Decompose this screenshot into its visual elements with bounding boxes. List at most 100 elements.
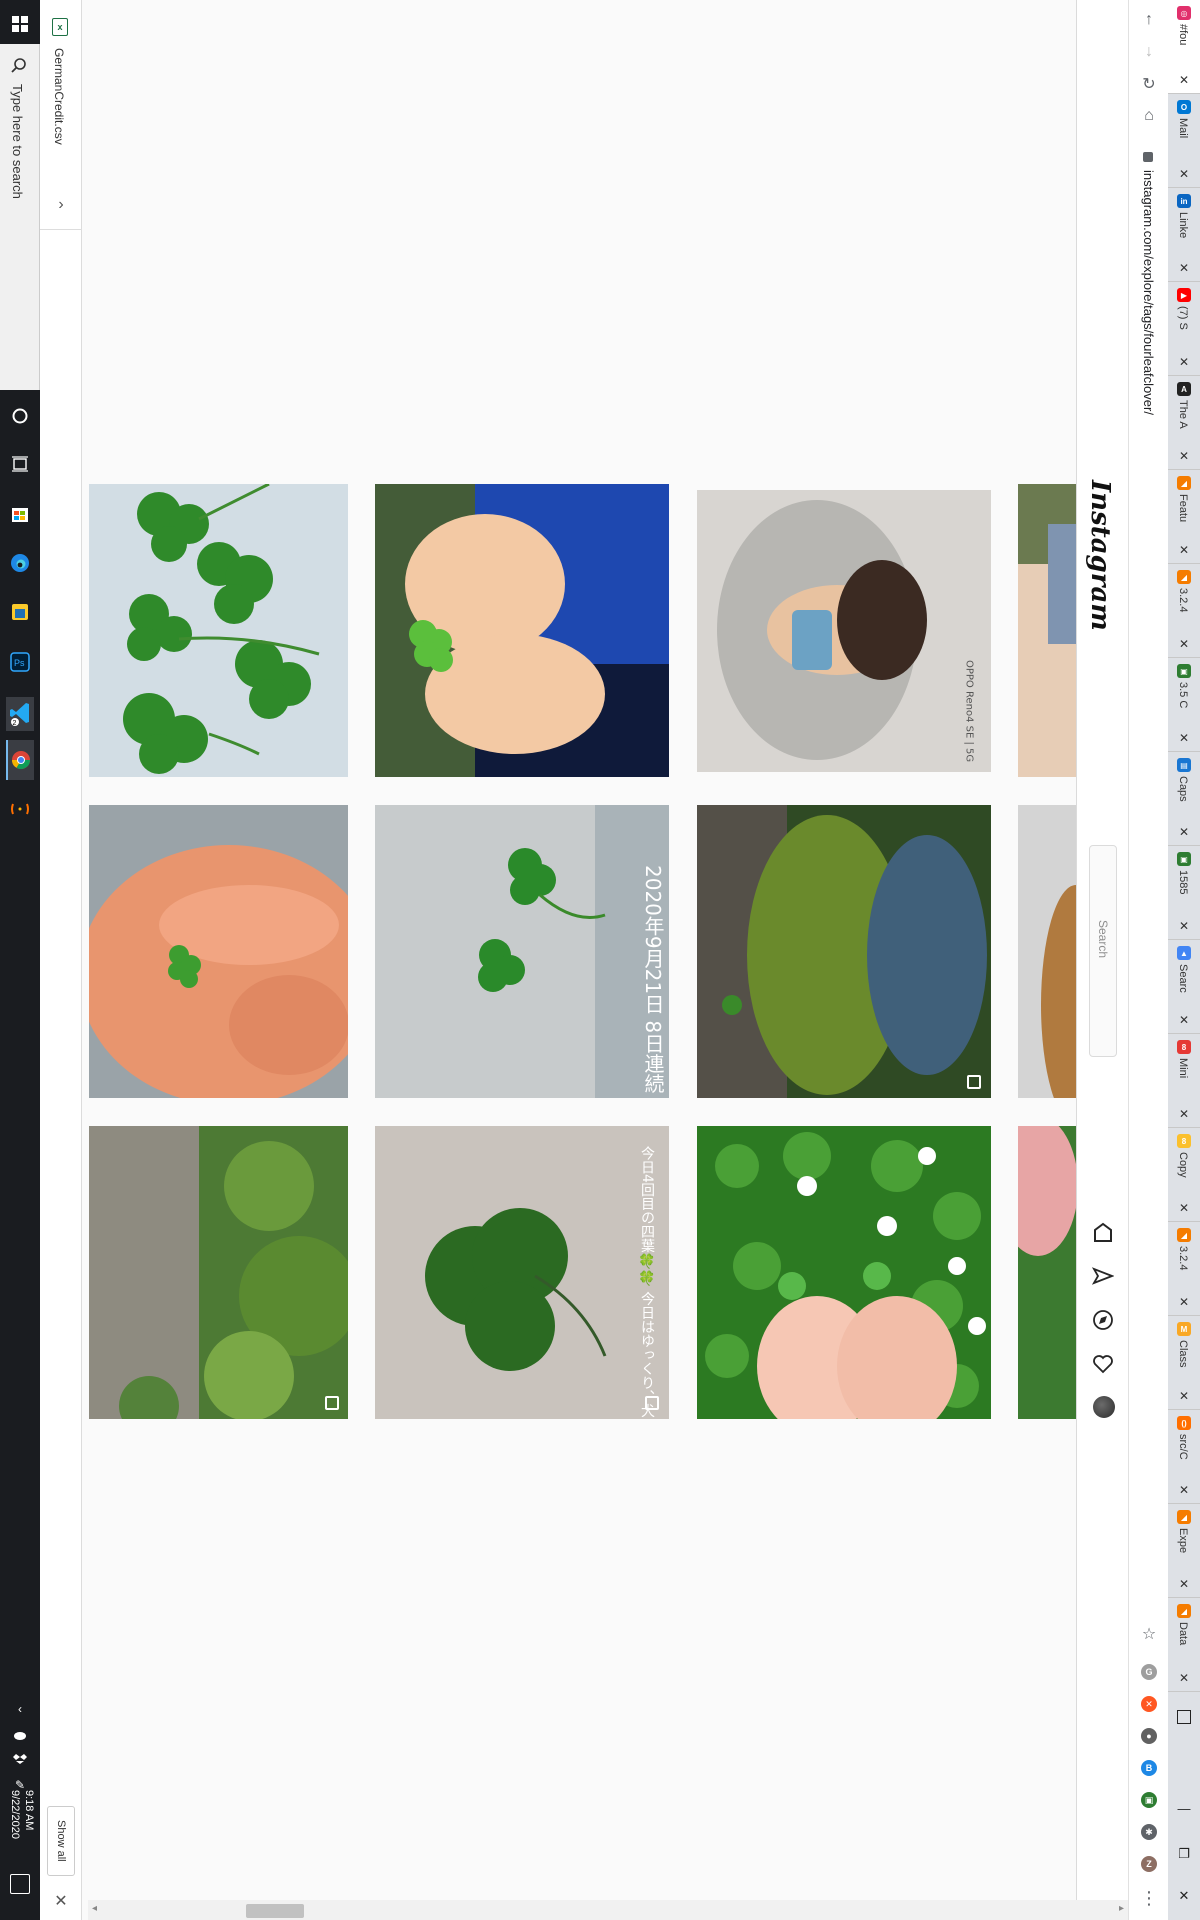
tab-close-icon[interactable]: ✕ (1178, 544, 1190, 556)
show-all-button[interactable]: Show all (47, 1806, 75, 1876)
b-extension-icon[interactable]: B (1141, 1760, 1157, 1776)
post-moss-forest[interactable] (697, 805, 991, 1098)
browser-tab[interactable]: A The A ✕ (1168, 376, 1200, 470)
avatar[interactable] (1093, 1396, 1115, 1418)
tab-favicon-icon: 8 (1177, 1040, 1191, 1054)
browser-tab[interactable]: O Mail ✕ (1168, 94, 1200, 188)
minimize-icon[interactable]: — (1176, 1800, 1192, 1816)
sheet-extension-icon[interactable]: ▣ (1141, 1792, 1157, 1808)
browser-tab[interactable]: ◢ 3.2.4 ✕ (1168, 564, 1200, 658)
tab-close-icon[interactable]: ✕ (1178, 1108, 1190, 1120)
tab-close-icon[interactable]: ✕ (1178, 1484, 1190, 1496)
scroll-right-icon[interactable]: ▸ (1119, 1903, 1124, 1914)
browser-tab[interactable]: M Class ✕ (1168, 1316, 1200, 1410)
action-center-icon[interactable] (10, 1874, 30, 1894)
tab-close-icon[interactable]: ✕ (1178, 74, 1190, 86)
scrollbar-thumb[interactable] (246, 1904, 304, 1918)
browser-tab[interactable]: in Linke ✕ (1168, 188, 1200, 282)
tab-close-icon[interactable]: ✕ (1178, 920, 1190, 932)
circle-extension-icon[interactable]: ● (1141, 1728, 1157, 1744)
forward-icon[interactable]: ↓ (1139, 42, 1159, 62)
tab-close-icon[interactable]: ✕ (1178, 1390, 1190, 1402)
home-icon[interactable] (1091, 1220, 1115, 1244)
chrome-icon[interactable] (6, 740, 34, 780)
tab-close-icon[interactable]: ✕ (1178, 1014, 1190, 1026)
post-forest-path[interactable] (89, 1126, 348, 1419)
post-partial-3[interactable] (1018, 1126, 1076, 1419)
menu-icon[interactable]: ⋮ (1139, 1888, 1159, 1908)
photoshop-icon[interactable]: Ps (6, 648, 34, 676)
dropbox-icon[interactable] (10, 1750, 30, 1768)
post-man-phone[interactable]: OPPO Reno4 SE | 5G (697, 490, 991, 772)
store-icon[interactable] (6, 500, 34, 528)
post-fingers-clover[interactable] (89, 805, 348, 1098)
tab-close-icon[interactable]: ✕ (1178, 1672, 1190, 1684)
post-clover-paper[interactable] (89, 484, 348, 777)
browser-tab[interactable]: ▤ Caps ✕ (1168, 752, 1200, 846)
tab-close-icon[interactable]: ✕ (1178, 1202, 1190, 1214)
post-hands-clover-field[interactable] (697, 1126, 991, 1419)
taskbar-clock[interactable]: 9:18 AM 9/22/2020 (4, 1790, 36, 1880)
activity-heart-icon[interactable] (1091, 1352, 1115, 1376)
tab-title: The A (1177, 400, 1189, 429)
post-partial-1[interactable] (1018, 484, 1076, 777)
browser-tab[interactable]: 8 Copy ✕ (1168, 1128, 1200, 1222)
browser-tab[interactable]: ▣ 1585 ✕ (1168, 846, 1200, 940)
show-hidden-icons-chevron-icon[interactable]: ‹ (10, 1700, 30, 1718)
file-explorer-icon[interactable] (6, 598, 34, 626)
bookmark-star-icon[interactable]: ☆ (1139, 1624, 1159, 1644)
tab-close-icon[interactable]: ✕ (1178, 638, 1190, 650)
address-bar[interactable]: instagram.com/explore/tags/fourleafclove… (1141, 170, 1156, 415)
browser-tab[interactable]: ◎ #fou ✕ (1168, 0, 1200, 94)
browser-tab[interactable]: ◢ Expe ✕ (1168, 1504, 1200, 1598)
tab-close-icon[interactable]: ✕ (1178, 450, 1190, 462)
matlab-icon[interactable] (6, 795, 34, 823)
x-extension-icon[interactable]: ✕ (1141, 1696, 1157, 1712)
instagram-search-input[interactable]: Search (1089, 845, 1117, 1057)
task-view-icon[interactable] (6, 450, 34, 478)
post-clover-wood-japanese[interactable]: 2020年9月21日 8日連続 四葉🍀🍀 (375, 805, 669, 1098)
tab-close-icon[interactable]: ✕ (1178, 732, 1190, 744)
browser-tab[interactable]: ◢ Data ✕ (1168, 1598, 1200, 1692)
tab-close-icon[interactable]: ✕ (1178, 1578, 1190, 1590)
puzzle-icon[interactable]: ✱ (1141, 1824, 1157, 1840)
tab-favicon-icon: ◢ (1177, 1510, 1191, 1524)
browser-tab[interactable]: ◢ Featu ✕ (1168, 470, 1200, 564)
browser-tab[interactable]: () src/C ✕ (1168, 1410, 1200, 1504)
tab-close-icon[interactable]: ✕ (1178, 262, 1190, 274)
windows-start-icon[interactable] (6, 8, 34, 40)
reload-icon[interactable]: ↻ (1139, 74, 1159, 94)
cloud-icon[interactable] (10, 1726, 30, 1744)
tab-close-icon[interactable]: ✕ (1178, 826, 1190, 838)
back-icon[interactable]: ↑ (1139, 10, 1159, 30)
scroll-left-icon[interactable]: ◂ (92, 1903, 97, 1914)
tab-close-icon[interactable]: ✕ (1178, 356, 1190, 368)
post-clover-leaf-japanese[interactable]: 今日4回目の四葉🍀🍀 今日はゆっくり、犬のトイレ出しに外に出すたびに 四葉🍀🍀 … (375, 1126, 669, 1419)
browser-tab[interactable]: ▣ 3.5 C ✕ (1168, 658, 1200, 752)
post-partial-2[interactable] (1018, 805, 1076, 1098)
explore-icon[interactable] (1091, 1308, 1115, 1332)
home-button-icon[interactable]: ⌂ (1139, 106, 1159, 126)
profile-icon[interactable]: Z (1141, 1856, 1157, 1872)
browser-tab[interactable]: ▲ Searc ✕ (1168, 940, 1200, 1034)
instagram-logo[interactable]: Instagram (1085, 480, 1115, 631)
close-download-shelf-icon[interactable]: ✕ (52, 1892, 70, 1910)
browser-tab[interactable]: ▶ (7) S ✕ (1168, 282, 1200, 376)
taskbar-search-box[interactable]: Type here to search (0, 44, 40, 390)
browser-tab[interactable]: 8 Mini ✕ (1168, 1034, 1200, 1128)
restore-icon[interactable]: ❐ (1176, 1846, 1192, 1862)
tab-close-icon[interactable]: ✕ (1178, 168, 1190, 180)
cortana-icon[interactable] (6, 402, 34, 430)
tab-search-icon[interactable] (1177, 1710, 1191, 1724)
download-options-chevron-icon[interactable]: › (52, 196, 70, 214)
tab-close-icon[interactable]: ✕ (1178, 1296, 1190, 1308)
lock-icon[interactable] (1143, 152, 1153, 162)
close-window-icon[interactable]: ✕ (1176, 1888, 1192, 1904)
horizontal-scrollbar[interactable]: ◂ ▸ (88, 1900, 1128, 1920)
edge-icon[interactable] (6, 549, 34, 577)
post-hands-clover[interactable] (375, 484, 669, 777)
vscode-icon[interactable]: 2 (6, 697, 34, 731)
g-icon[interactable]: G (1141, 1664, 1157, 1680)
direct-message-icon[interactable] (1091, 1264, 1115, 1288)
browser-tab[interactable]: ◢ 3.2.4 ✕ (1168, 1222, 1200, 1316)
